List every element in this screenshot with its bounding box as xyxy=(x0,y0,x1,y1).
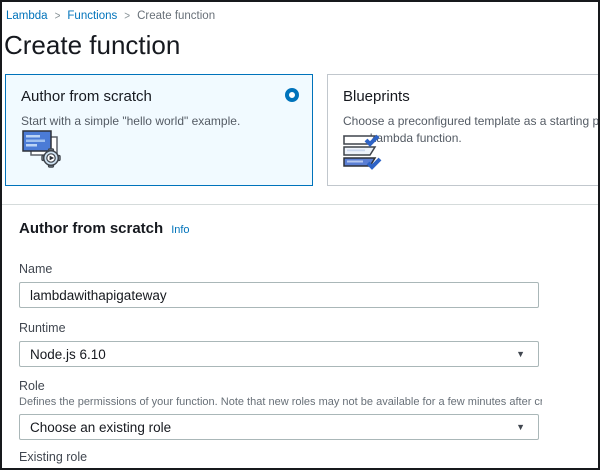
role-description: Defines the permissions of your function… xyxy=(19,396,542,408)
dropdown-arrow-icon: ▼ xyxy=(516,423,525,432)
existing-role-label: Existing role xyxy=(19,450,542,464)
name-label: Name xyxy=(19,262,542,276)
creation-method-cards: Author from scratch Start with a simple … xyxy=(5,74,598,186)
runtime-select[interactable]: Node.js 6.10 ▼ xyxy=(19,341,539,367)
name-field-group: Name xyxy=(19,262,542,308)
radio-selected-icon[interactable] xyxy=(285,88,299,102)
chevron-right-icon: > xyxy=(55,9,61,22)
breadcrumb-create-function: Create function xyxy=(137,10,215,22)
section-divider xyxy=(2,204,598,205)
dropdown-arrow-icon: ▼ xyxy=(516,350,525,359)
card-author-from-scratch[interactable]: Author from scratch Start with a simple … xyxy=(5,74,313,186)
chevron-right-icon: > xyxy=(124,9,130,22)
runtime-field-group: Runtime Node.js 6.10 ▼ xyxy=(19,321,542,367)
breadcrumb: Lambda > Functions > Create function xyxy=(2,2,598,22)
breadcrumb-lambda[interactable]: Lambda xyxy=(6,10,48,22)
role-select[interactable]: Choose an existing role ▼ xyxy=(19,414,539,440)
create-function-page: Lambda > Functions > Create function Cre… xyxy=(0,0,600,470)
card-title: Author from scratch xyxy=(21,88,297,105)
card-title: Blueprints xyxy=(343,88,600,105)
runtime-label: Runtime xyxy=(19,321,542,335)
create-function-form: Name Runtime Node.js 6.10 ▼ Role Defines… xyxy=(19,262,542,470)
role-field-group: Role Defines the permissions of your fun… xyxy=(19,379,542,440)
existing-role-field-group: Existing role You may use an existing ro… xyxy=(19,450,542,470)
code-window-gear-icon xyxy=(20,128,64,175)
section-title: Author from scratch xyxy=(19,220,163,237)
breadcrumb-functions[interactable]: Functions xyxy=(67,10,117,22)
page-title: Create function xyxy=(4,30,598,61)
role-selected-value: Choose an existing role xyxy=(30,420,171,435)
runtime-selected-value: Node.js 6.10 xyxy=(30,347,106,362)
info-link[interactable]: Info xyxy=(171,224,189,236)
name-input[interactable] xyxy=(19,282,539,308)
card-blueprints[interactable]: Blueprints Choose a preconfigured templa… xyxy=(327,74,600,186)
blueprint-list-icon xyxy=(342,134,386,175)
section-header: Author from scratch Info xyxy=(19,220,598,237)
role-label: Role xyxy=(19,379,542,393)
